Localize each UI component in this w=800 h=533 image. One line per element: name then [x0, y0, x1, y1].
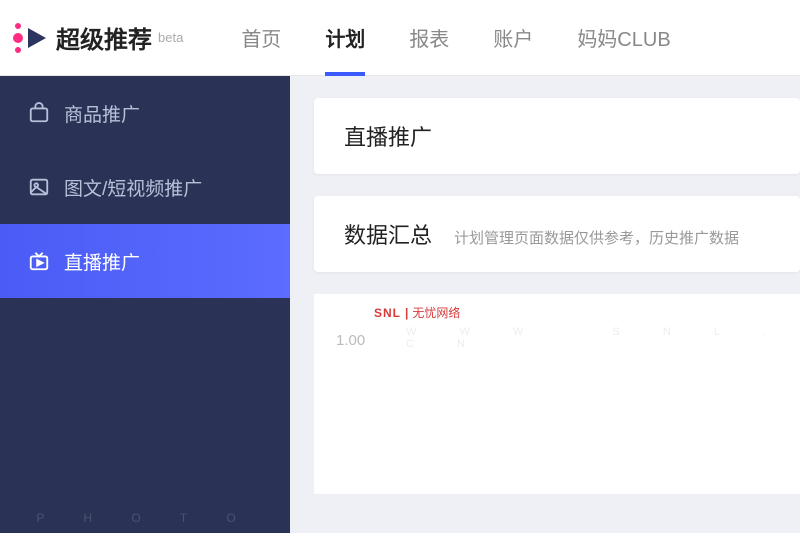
sidebar-item-label: 图文/短视频推广 — [64, 174, 202, 201]
card-title: 数据汇总 — [344, 218, 432, 250]
sidebar-item-live[interactable]: 直播推广 — [0, 224, 290, 298]
snl-brand: SNL|无忧网络 — [374, 304, 460, 321]
nav-home[interactable]: 首页 — [241, 0, 281, 76]
nav-report[interactable]: 报表 — [409, 0, 449, 76]
top-nav: 首页 计划 报表 账户 妈妈CLUB — [241, 0, 670, 76]
brand[interactable]: 超级推荐 beta — [0, 16, 201, 60]
bag-icon — [28, 102, 50, 124]
nav-plan[interactable]: 计划 — [325, 0, 365, 76]
sidebar-item-image[interactable]: 图文/短视频推广 — [0, 150, 290, 224]
card-livepromo: 直播推广 — [314, 98, 800, 174]
sidebar: 商品推广 图文/短视频推广 直播推广 P H O T O — [0, 76, 290, 533]
live-icon — [28, 250, 50, 272]
nav-mamaclub[interactable]: 妈妈CLUB — [577, 0, 670, 76]
sidebar-item-label: 商品推广 — [64, 100, 140, 127]
logo-icon — [8, 16, 52, 60]
sidebar-item-product[interactable]: 商品推广 — [0, 76, 290, 150]
main-panel: 直播推广 数据汇总 计划管理页面数据仅供参考，历史推广数据 SNL|无忧网络 W… — [290, 76, 800, 533]
chart-area: SNL|无忧网络 W W W . S N L . C N 1.00 — [314, 294, 800, 494]
card-title: 直播推广 — [344, 120, 770, 152]
image-icon — [28, 176, 50, 198]
card-summary: 数据汇总 计划管理页面数据仅供参考，历史推广数据 — [314, 196, 800, 272]
sidebar-watermark: P H O T O — [0, 511, 290, 525]
url-watermark: W W W . S N L . C N — [406, 326, 800, 350]
brand-name: 超级推荐 — [56, 20, 152, 55]
beta-badge: beta — [158, 30, 183, 45]
summary-hint: 计划管理页面数据仅供参考，历史推广数据 — [454, 227, 739, 248]
nav-account[interactable]: 账户 — [493, 0, 533, 76]
y-axis-label: 1.00 — [336, 332, 365, 349]
sidebar-item-label: 直播推广 — [64, 248, 140, 275]
